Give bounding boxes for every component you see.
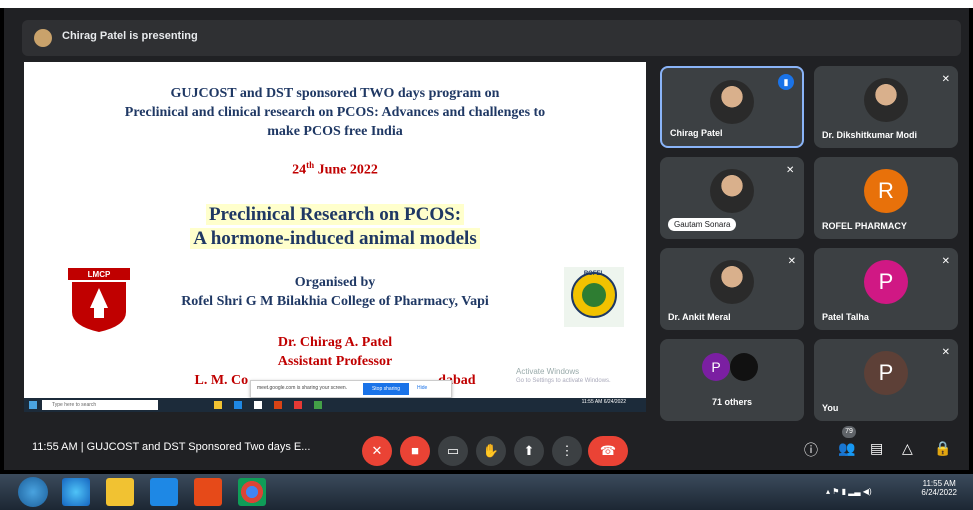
slide-speaker-name: Dr. Chirag A. Patel	[277, 335, 393, 350]
inner-store-icon	[254, 401, 262, 409]
people-count-badge: 79	[842, 426, 856, 438]
chat-icon[interactable]: ▤	[870, 440, 883, 457]
inner-explorer-icon	[214, 401, 222, 409]
participant-name: You	[822, 403, 839, 413]
participant-tile-ankit[interactable]: ✕ Dr. Ankit Meral	[660, 248, 804, 330]
slide-headline-1: GUJCOST and DST sponsored TWO days progr…	[170, 86, 500, 101]
presenter-banner: Chirag Patel is presenting	[22, 20, 961, 56]
slide-title-2: A hormone-induced animal models	[24, 228, 646, 250]
participant-name: Chirag Patel	[670, 128, 723, 138]
slide-title-1: Preclinical Research on PCOS:	[24, 204, 646, 226]
presentation-slide: GUJCOST and DST sponsored TWO days progr…	[24, 62, 646, 406]
participant-photo	[710, 80, 754, 124]
mic-off-icon: ✕	[941, 256, 950, 267]
participant-name: Gautam Sonara	[668, 218, 737, 231]
meeting-controls-bar: 11:55 AM | GUJCOST and DST Sponsored Two…	[4, 426, 969, 470]
inner-edge-icon	[234, 401, 242, 409]
top-border	[0, 0, 973, 8]
others-count: 71 others	[711, 397, 753, 407]
participant-avatar: P	[864, 260, 908, 304]
participant-tile-others[interactable]: P 71 others	[660, 339, 804, 421]
present-button[interactable]: ⬆	[514, 436, 544, 466]
shared-screen-taskbar: Type here to search 11:55 AM 6/24/2022	[24, 398, 646, 412]
participant-avatar: P	[702, 353, 730, 381]
slide-headline-3: make PCOS free India	[267, 124, 403, 139]
activate-windows-hint: Go to Settings to activate Windows.	[516, 378, 611, 384]
end-call-button[interactable]: ☎	[588, 436, 628, 466]
presenter-avatar	[34, 29, 52, 47]
presentation-icon[interactable]	[194, 478, 222, 506]
hide-share-button[interactable]: Hide	[417, 385, 427, 391]
participant-photo	[864, 78, 908, 122]
inner-clock: 11:55 AM 6/24/2022	[581, 399, 626, 405]
inner-search-box: Type here to search	[42, 400, 158, 410]
slide-date: 24th June 2022	[292, 160, 378, 178]
info-icon[interactable]: ⓘ	[804, 440, 818, 460]
mic-off-icon: ✕	[941, 347, 950, 358]
people-icon[interactable]: 👥	[838, 440, 855, 457]
host-controls-icon[interactable]: 🔒	[934, 440, 951, 457]
media-player-icon[interactable]	[150, 478, 178, 506]
lmcp-logo: LMCP	[68, 268, 130, 332]
participant-avatar-2	[730, 353, 758, 381]
rofel-logo: ROFEL	[564, 267, 624, 327]
participant-name: Dr. Dikshitkumar Modi	[822, 130, 918, 140]
more-options-button[interactable]: ⋮	[552, 436, 582, 466]
system-clock[interactable]: 11:55 AM 6/24/2022	[921, 479, 957, 497]
inner-app-icon	[294, 401, 302, 409]
chrome-icon[interactable]	[238, 478, 266, 506]
captions-button[interactable]: ▭	[438, 436, 468, 466]
system-tray[interactable]: ▴ ⚑ ▮ ▂▃ ◀)	[826, 487, 872, 496]
inner-powerpoint-icon	[274, 401, 282, 409]
participant-name: ROFEL PHARMACY	[822, 221, 907, 231]
share-message: meet.google.com is sharing your screen.	[257, 385, 348, 391]
participant-name: Patel Talha	[822, 312, 869, 322]
screen-share-banner: meet.google.com is sharing your screen. …	[250, 380, 452, 398]
activities-icon[interactable]: △	[902, 440, 913, 457]
meeting-time-title: 11:55 AM | GUJCOST and DST Sponsored Two…	[32, 441, 311, 453]
participant-avatar: P	[864, 351, 908, 395]
explorer-icon[interactable]	[106, 478, 134, 506]
windows-taskbar: ▴ ⚑ ▮ ▂▃ ◀) 11:55 AM 6/24/2022	[0, 474, 973, 510]
participant-tile-dikshitkumar[interactable]: ✕ Dr. Dikshitkumar Modi	[814, 66, 958, 148]
ie-icon[interactable]	[62, 478, 90, 506]
speaking-indicator-icon: ▮	[778, 74, 794, 90]
mic-off-icon: ✕	[941, 74, 950, 85]
raise-hand-button[interactable]: ✋	[476, 436, 506, 466]
svg-text:ROFEL: ROFEL	[584, 271, 605, 277]
presenter-text: Chirag Patel is presenting	[62, 30, 198, 42]
participant-photo	[710, 169, 754, 213]
mic-toggle-button[interactable]: ✕	[362, 436, 392, 466]
start-button[interactable]	[18, 477, 48, 507]
participant-tile-you[interactable]: P ✕ You	[814, 339, 958, 421]
inner-start-icon	[29, 401, 37, 409]
participant-photo	[710, 260, 754, 304]
participant-tile-rofel[interactable]: R ROFEL PHARMACY	[814, 157, 958, 239]
stop-sharing-button[interactable]: Stop sharing	[363, 383, 409, 395]
inner-chrome-icon	[314, 401, 322, 409]
svg-text:LMCP: LMCP	[88, 270, 111, 279]
participant-avatar: R	[864, 169, 908, 213]
participant-tile-talha[interactable]: P ✕ Patel Talha	[814, 248, 958, 330]
camera-toggle-button[interactable]: ■	[400, 436, 430, 466]
activate-windows-watermark: Activate Windows	[516, 367, 580, 376]
participant-tile-gautam[interactable]: ✕ Gautam Sonara	[660, 157, 804, 239]
mic-off-icon: ✕	[787, 256, 796, 267]
mic-off-icon: ✕	[786, 165, 795, 176]
slide-headline-2: Preclinical and clinical research on PCO…	[124, 105, 546, 120]
participant-name: Dr. Ankit Meral	[668, 312, 731, 322]
participant-tile-chirag[interactable]: ▮ Chirag Patel	[660, 66, 804, 148]
